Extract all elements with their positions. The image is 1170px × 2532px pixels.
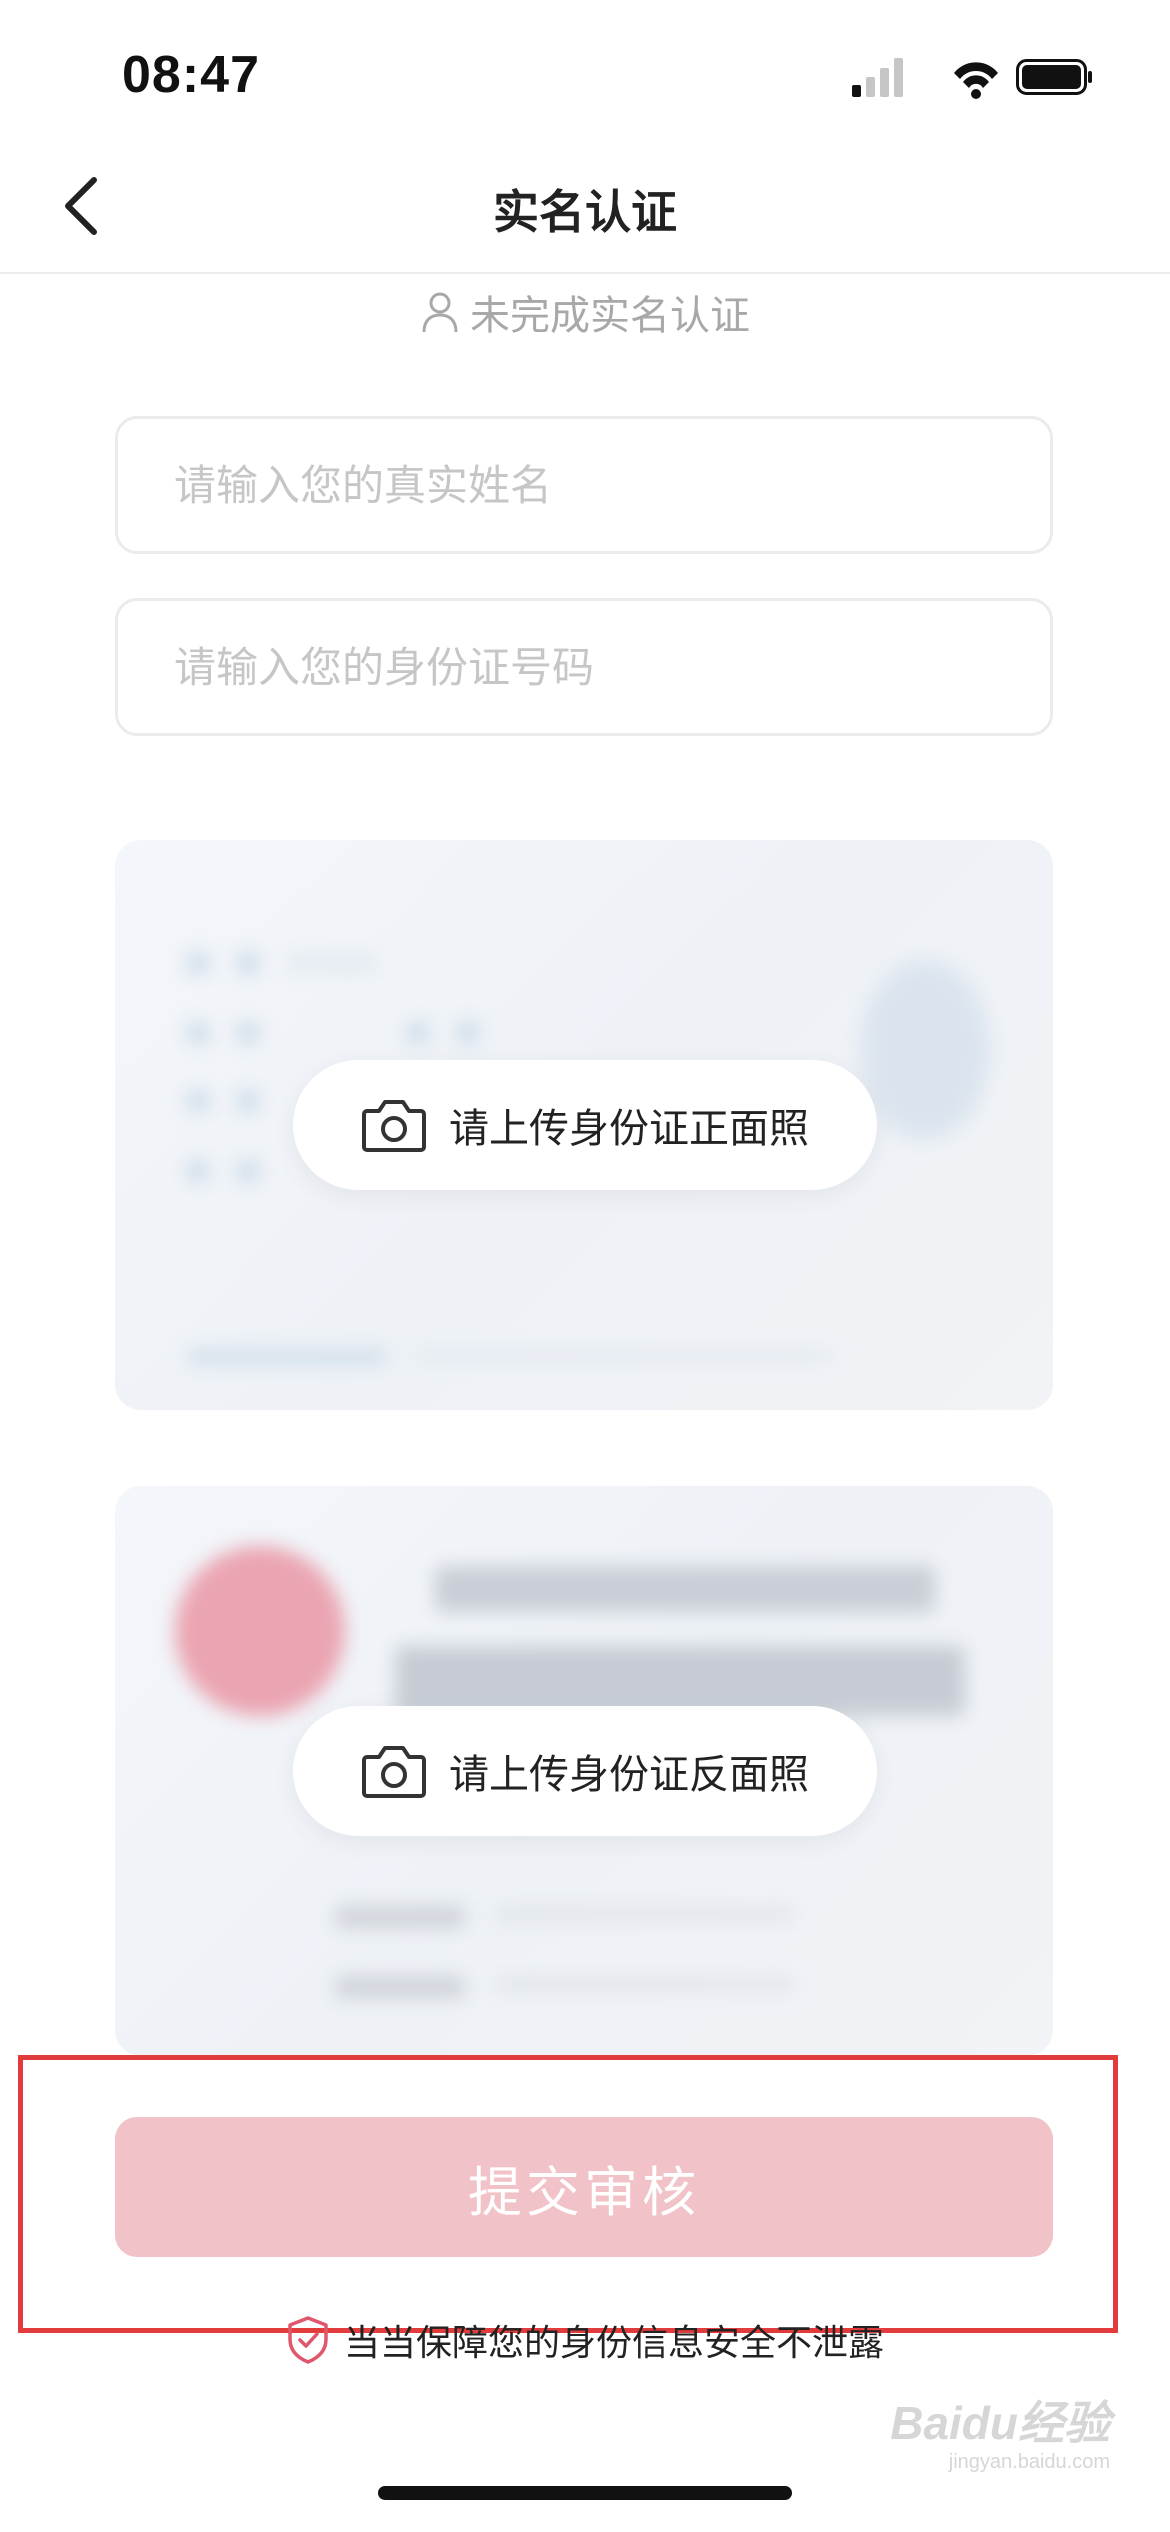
wifi-icon — [954, 62, 998, 99]
privacy-notice-text: 当当保障您的身份信息安全不泄露 — [343, 2323, 884, 2364]
camera-icon — [362, 1100, 426, 1152]
id-card-front-upload[interactable]: 请上传身份证正面照 — [115, 840, 1053, 1410]
upload-front-button[interactable]: 请上传身份证正面照 — [293, 1060, 877, 1190]
id-number-field[interactable] — [115, 598, 1053, 736]
id-card-back-upload[interactable]: 请上传身份证反面照 — [115, 1486, 1053, 2056]
id-number-input[interactable] — [118, 601, 1050, 733]
status-icons — [852, 55, 1092, 99]
watermark-url: jingyan.baidu.com — [948, 2451, 1110, 2473]
nav-divider — [0, 272, 1170, 274]
watermark-brand: Baidu经验 — [890, 2397, 1110, 2449]
verification-status-text: 未完成实名认证 — [470, 293, 750, 339]
verification-status: 未完成实名认证 — [0, 284, 1170, 340]
home-indicator[interactable] — [378, 2486, 792, 2500]
cellular-signal-icon — [852, 58, 903, 97]
real-name-verification-page: 08:47 实名认证 未完成实名认证 请输入您的真实姓名 请输入您的身份证号码 … — [0, 0, 1170, 2532]
battery-icon — [1016, 59, 1092, 95]
shield-check-icon — [288, 2316, 328, 2364]
upload-front-label: 请上传身份证正面照 — [449, 1106, 809, 1152]
status-time: 08:47 — [122, 46, 260, 104]
real-name-input[interactable] — [118, 419, 1050, 551]
baidu-watermark: Baidu经验 jingyan.baidu.com — [890, 2400, 1110, 2472]
submit-review-button[interactable]: 提交审核 — [115, 2117, 1053, 2257]
upload-back-label: 请上传身份证反面照 — [449, 1752, 809, 1798]
privacy-notice: 当当保障您的身份信息安全不泄露 — [0, 2310, 1170, 2370]
user-icon — [422, 292, 458, 333]
real-name-field[interactable] — [115, 416, 1053, 554]
camera-icon — [362, 1746, 426, 1798]
upload-back-button[interactable]: 请上传身份证反面照 — [293, 1706, 877, 1836]
page-title: 实名认证 — [493, 185, 677, 239]
